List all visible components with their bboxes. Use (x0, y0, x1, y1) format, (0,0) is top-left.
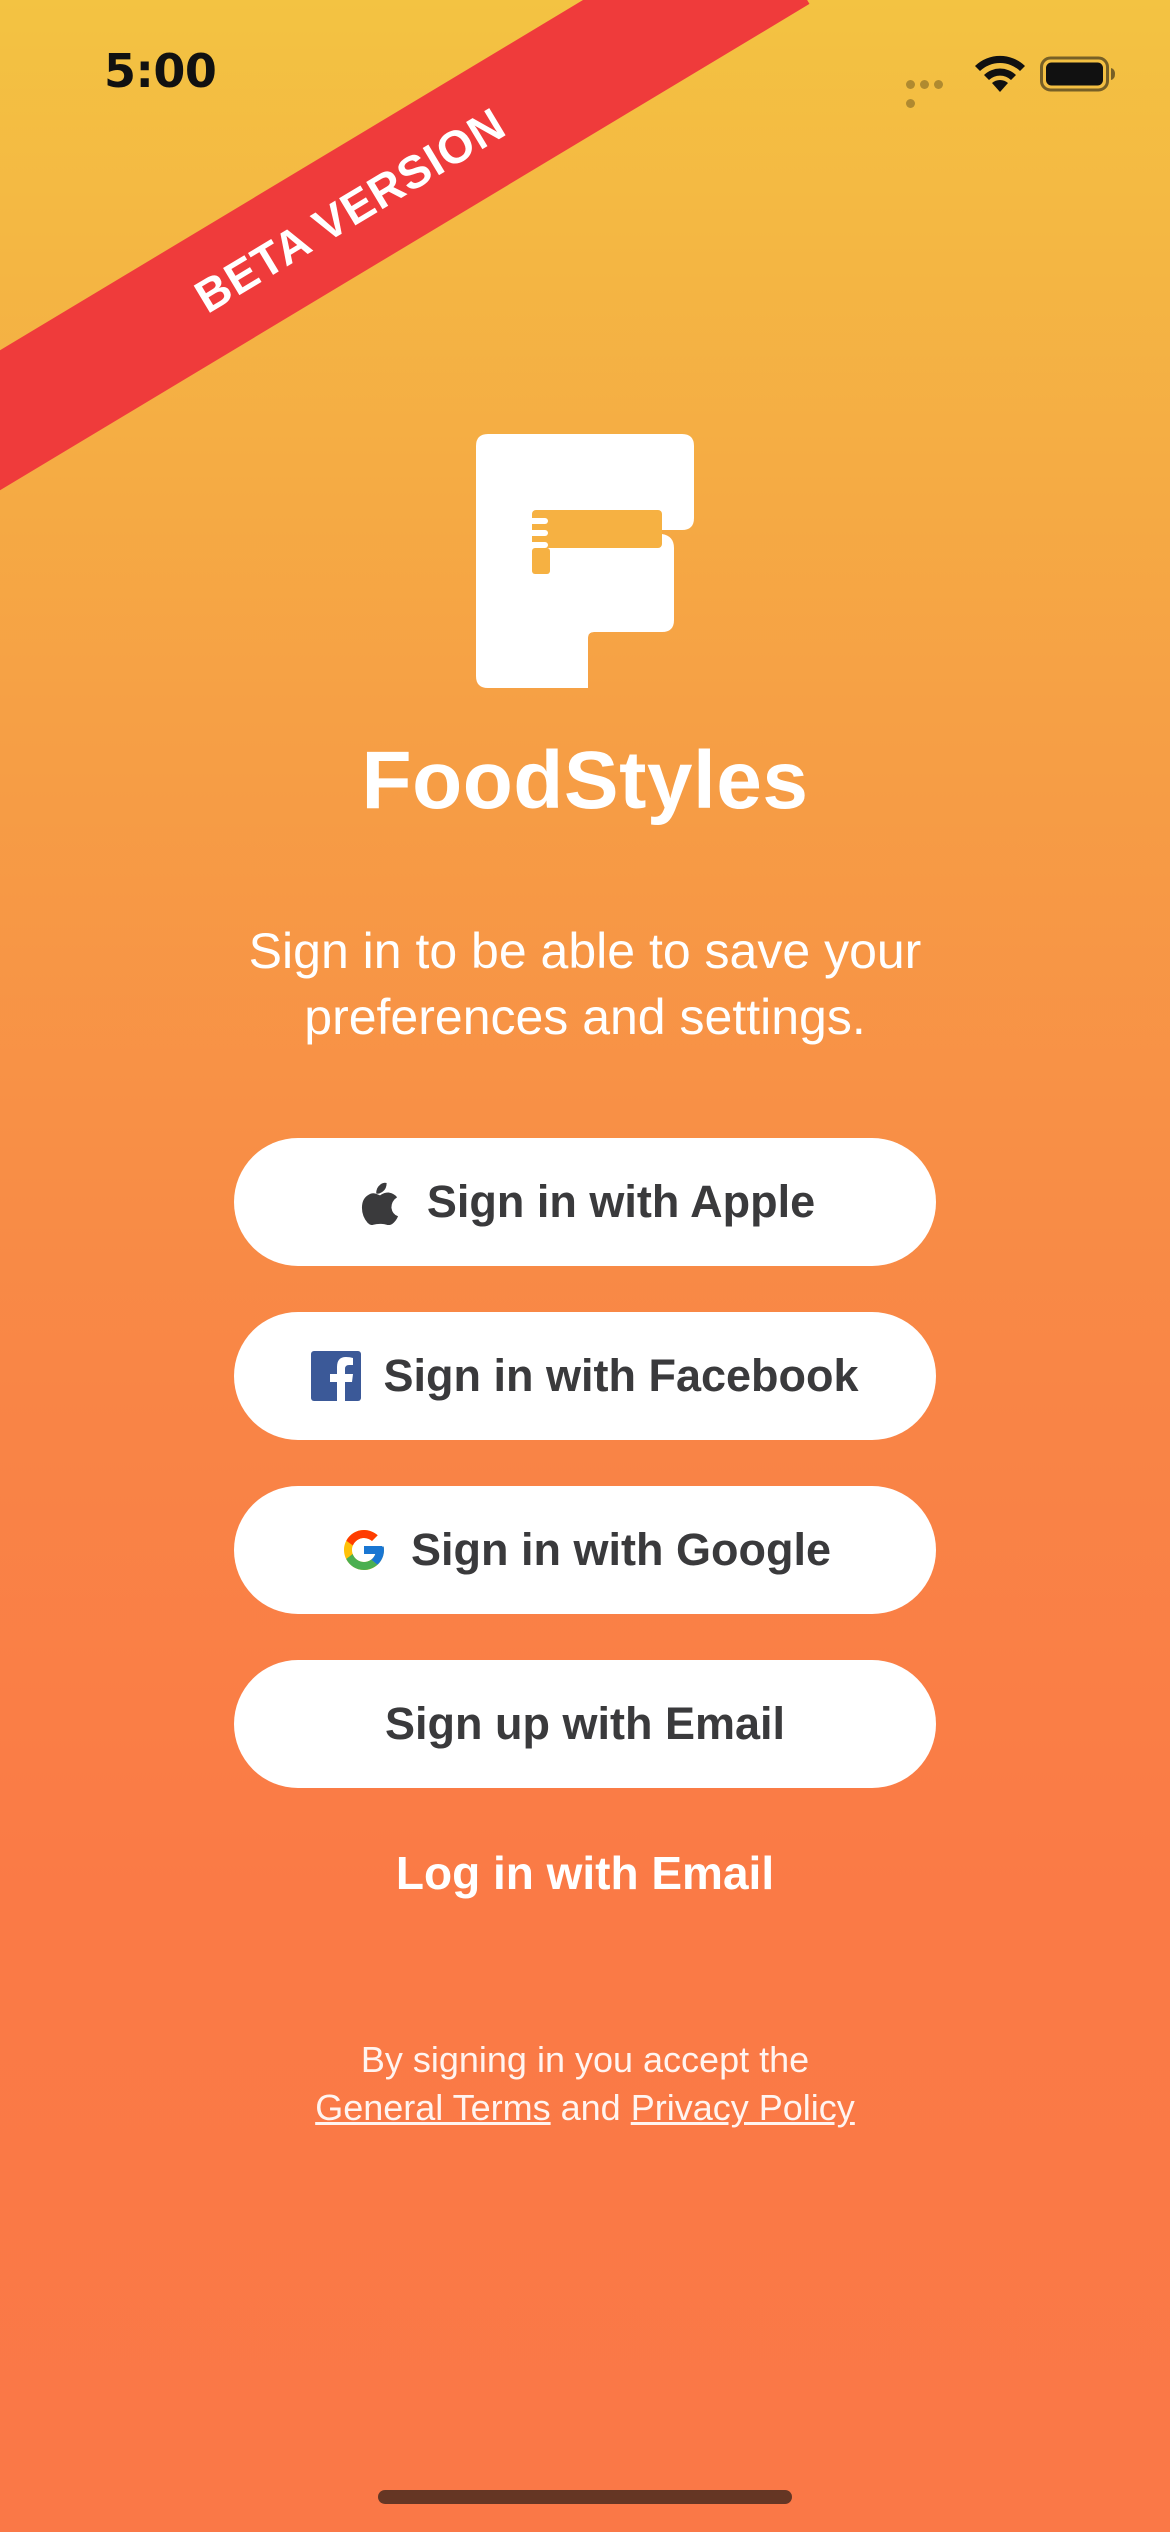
wifi-icon (975, 55, 1025, 92)
sign-in-google-button[interactable]: Sign in with Google (234, 1486, 936, 1614)
sign-in-google-label: Sign in with Google (411, 1524, 831, 1575)
legal-line-1: By signing in you accept the (360, 2039, 810, 2080)
foodstyles-logo-icon (476, 434, 694, 688)
battery-icon (1040, 56, 1115, 92)
legal-line-2: General Terms and Privacy Policy (0, 2084, 1170, 2132)
subtitle: Sign in to be able to save your preferen… (185, 918, 985, 1050)
home-indicator[interactable] (378, 2490, 792, 2504)
log-in-email-link[interactable]: Log in with Email (0, 1846, 1170, 1900)
general-terms-link[interactable]: General Terms (315, 2087, 550, 2128)
sign-in-apple-button[interactable]: Sign in with Apple (234, 1138, 936, 1266)
subtitle-line-2: preferences and settings. (304, 989, 866, 1045)
facebook-icon (311, 1351, 362, 1401)
subtitle-line-1: Sign in to be able to save your (248, 923, 922, 979)
google-icon (339, 1525, 389, 1575)
privacy-policy-link[interactable]: Privacy Policy (631, 2087, 855, 2128)
sign-in-apple-label: Sign in with Apple (426, 1176, 816, 1227)
legal-conjunction: and (560, 2087, 621, 2128)
sign-in-facebook-button[interactable]: Sign in with Facebook (234, 1312, 936, 1440)
apple-icon (355, 1177, 405, 1227)
status-time: 5:00 (104, 44, 217, 98)
sign-in-screen: 5:00 BETA VERSION FoodStyles Sign in to … (0, 0, 1170, 2532)
signal-icon (906, 80, 960, 108)
sign-up-email-label: Sign up with Email (384, 1698, 785, 1749)
sign-up-email-button[interactable]: Sign up with Email (234, 1660, 936, 1788)
legal-notice: By signing in you accept the General Ter… (0, 2036, 1170, 2132)
sign-in-facebook-label: Sign in with Facebook (383, 1350, 859, 1401)
app-name: FoodStyles (361, 735, 809, 826)
